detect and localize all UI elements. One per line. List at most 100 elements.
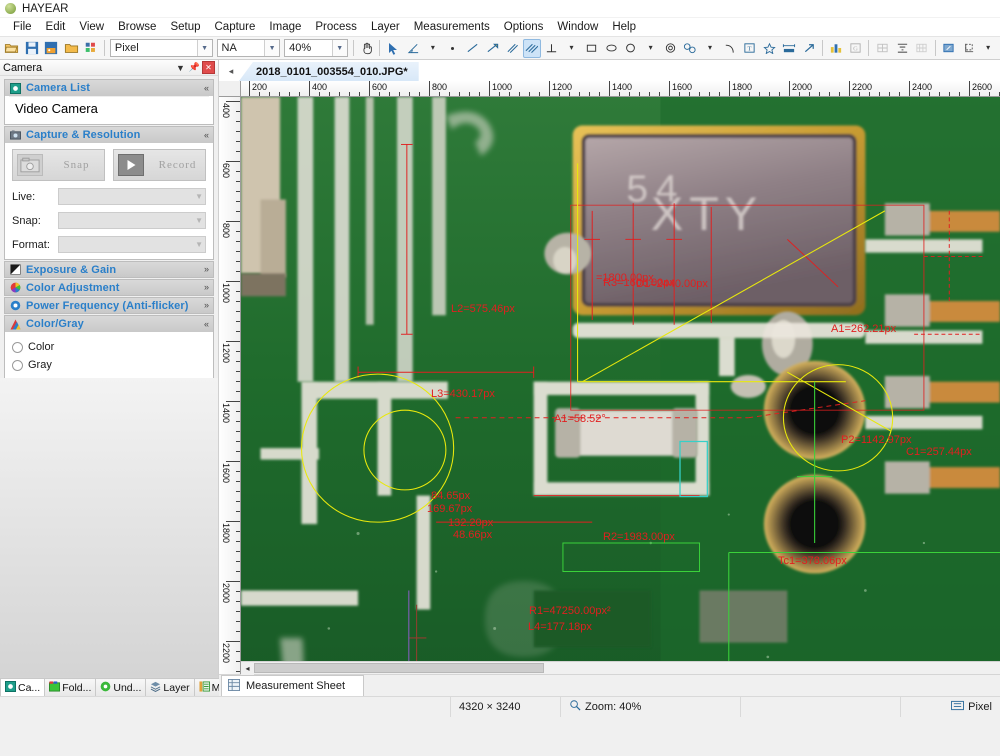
measurement-label-r2[interactable]: R2=1983.00px (603, 531, 675, 543)
concentric-circle-icon[interactable] (662, 39, 680, 58)
text-icon[interactable]: T (741, 39, 759, 58)
menu-capture[interactable]: Capture (208, 19, 263, 35)
sidebar-tab-undo[interactable]: Und... (95, 678, 146, 696)
grayscale-icon[interactable]: G (847, 39, 865, 58)
measurement-label-a1-len[interactable]: A1=262.21px (831, 323, 896, 335)
group-header-color-adjustment[interactable]: Color Adjustment » (4, 279, 214, 296)
polygon-star-icon[interactable] (761, 39, 779, 58)
menu-image[interactable]: Image (262, 19, 308, 35)
dropdown-more-icon[interactable]: ▾ (979, 39, 997, 58)
chart-icon[interactable] (827, 39, 845, 58)
export-icon[interactable] (940, 39, 958, 58)
measurement-label-circ4[interactable]: 48.66px (453, 529, 492, 541)
ellipse-icon[interactable] (602, 39, 620, 58)
arc-icon[interactable] (721, 39, 739, 58)
chevron-collapse-icon[interactable]: « (204, 320, 209, 329)
measurement-label-a1-angle[interactable]: A1=58.52° (554, 413, 606, 425)
format-select[interactable]: ▼ (58, 236, 206, 253)
chevron-expand-icon[interactable]: » (204, 283, 209, 292)
camera-list-item[interactable]: Video Camera (9, 96, 209, 120)
table-icon[interactable] (913, 39, 931, 58)
group-header-color-gray[interactable]: Color/Gray « (4, 315, 214, 332)
document-tab[interactable]: 2018_0101_003554_010.JPG* (239, 62, 419, 81)
save-image-icon[interactable] (43, 39, 61, 58)
measurement-label-l4[interactable]: L4=177.18px (528, 621, 592, 633)
arrow-pointer-icon[interactable] (800, 39, 818, 58)
chevron-down-icon[interactable]: ▼ (264, 40, 279, 56)
snap-select[interactable]: ▼ (58, 212, 206, 229)
select-arrow-icon[interactable] (384, 39, 402, 58)
calibration-combo[interactable]: NA ▼ (217, 39, 281, 57)
align-icon[interactable] (893, 39, 911, 58)
radio-color[interactable]: Color (12, 338, 206, 356)
live-select[interactable]: ▼ (58, 188, 206, 205)
radio-gray[interactable]: Gray (12, 356, 206, 374)
measurement-label-l3[interactable]: L3=430.17px (431, 388, 495, 400)
measurement-label-l2[interactable]: L2=575.46px (451, 303, 515, 315)
sidebar-tab-camera[interactable]: Ca... (0, 678, 45, 696)
angle-icon[interactable] (404, 39, 422, 58)
parallel-lines-icon[interactable] (503, 39, 521, 58)
scroll-left-icon[interactable]: ◂ (223, 61, 239, 81)
pcb-image[interactable]: XTY 54 (241, 97, 1000, 674)
unit-combo[interactable]: Pixel ▼ (110, 39, 213, 57)
menu-layer[interactable]: Layer (364, 19, 407, 35)
save-icon[interactable] (23, 39, 41, 58)
pin-icon[interactable]: 📌 (188, 61, 201, 74)
line-icon[interactable] (464, 39, 482, 58)
menu-browse[interactable]: Browse (111, 19, 163, 35)
dot-icon3[interactable]: ▾ (642, 39, 660, 58)
chevron-collapse-icon[interactable]: « (204, 84, 209, 93)
measurement-sheet-tab[interactable]: Measurement Sheet (221, 675, 364, 696)
dot-small-icon[interactable]: ▾ (424, 39, 442, 58)
pan-hand-icon[interactable] (358, 39, 376, 58)
crop-icon[interactable] (959, 39, 977, 58)
group-header-exposure-gain[interactable]: Exposure & Gain » (4, 261, 214, 278)
chevron-expand-icon[interactable]: » (204, 301, 209, 310)
menu-file[interactable]: File (6, 19, 39, 35)
horizontal-scrollbar[interactable]: ◂ (241, 661, 1000, 674)
measurement-label-stack-top3[interactable]: D1=2440.00px (636, 278, 708, 290)
group-header-power-frequency[interactable]: Power Frequency (Anti-flicker) » (4, 297, 214, 314)
group-header-camera-list[interactable]: Camera List « (4, 79, 214, 96)
measurement-label-c1[interactable]: C1=257.44px (906, 446, 972, 458)
grid-add-icon[interactable] (82, 39, 100, 58)
sidebar-tab-layer[interactable]: Layer (145, 678, 194, 696)
menu-help[interactable]: Help (605, 19, 643, 35)
menu-window[interactable]: Window (550, 19, 605, 35)
measurement-label-tc1[interactable]: Tc1=378.06px (778, 555, 847, 567)
open-folder-icon[interactable] (3, 39, 21, 58)
chevron-expand-icon[interactable]: » (204, 265, 209, 274)
record-button[interactable]: Record (113, 149, 206, 181)
menu-edit[interactable]: Edit (39, 19, 73, 35)
scalebar-icon[interactable] (780, 39, 798, 58)
sidebar-tab-folder[interactable]: Fold... (44, 678, 96, 696)
rectangle-icon[interactable] (582, 39, 600, 58)
image-viewport[interactable]: XTY 54 (241, 97, 1000, 674)
circle-icon[interactable] (622, 39, 640, 58)
zoom-combo[interactable]: 40% ▼ (284, 39, 348, 57)
browse-folder-icon[interactable] (62, 39, 80, 58)
menu-measurements[interactable]: Measurements (407, 19, 497, 35)
dot-icon2[interactable]: ▾ (563, 39, 581, 58)
menu-setup[interactable]: Setup (163, 19, 207, 35)
menu-options[interactable]: Options (497, 19, 551, 35)
measurement-label-circ3[interactable]: 132.20px (448, 517, 493, 529)
chevron-down-icon[interactable]: ▼ (332, 40, 347, 56)
two-circle-icon[interactable] (681, 39, 699, 58)
palette-icon[interactable] (873, 39, 891, 58)
scroll-left-arrow-icon[interactable]: ◂ (241, 662, 254, 675)
measurement-label-circ1[interactable]: 84.65px (431, 490, 470, 502)
dot-icon4[interactable]: ▾ (701, 39, 719, 58)
chevron-down-icon[interactable]: ▼ (197, 40, 212, 56)
chevron-down-icon[interactable]: ▼ (174, 61, 187, 74)
menu-process[interactable]: Process (308, 19, 364, 35)
chevron-collapse-icon[interactable]: « (204, 131, 209, 140)
snap-button[interactable]: Snap (12, 149, 105, 181)
measurement-label-circ2[interactable]: 169.67px (427, 503, 472, 515)
measurement-label-r1[interactable]: R1=47250.00px² (529, 605, 611, 617)
arrow-line-icon[interactable] (483, 39, 501, 58)
group-header-capture-resolution[interactable]: Capture & Resolution « (4, 126, 214, 143)
menu-view[interactable]: View (72, 19, 111, 35)
horizontal-scroll-thumb[interactable] (254, 663, 544, 673)
